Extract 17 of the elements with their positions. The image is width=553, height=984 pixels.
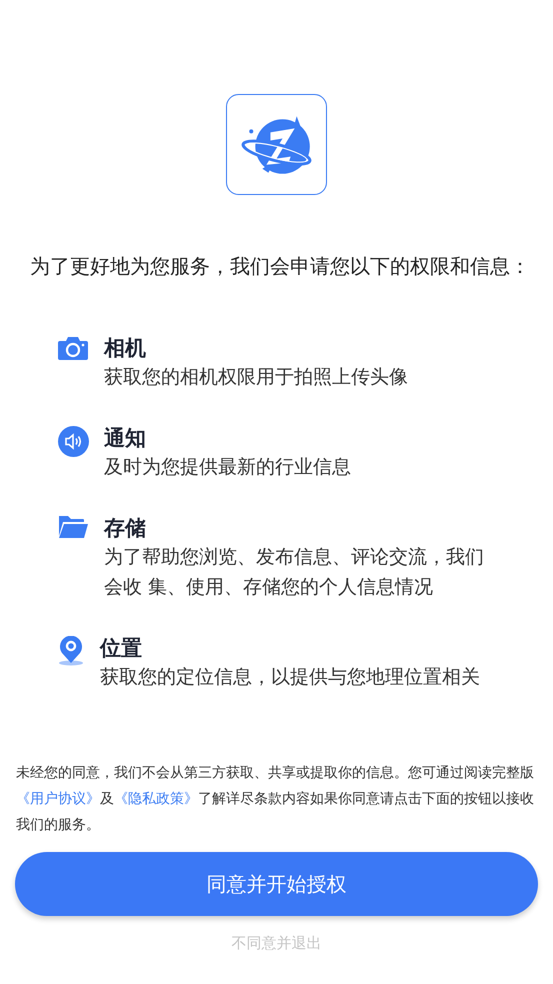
permission-title: 相机	[104, 335, 147, 362]
permission-description: 获取您的定位信息，以提供与您地理位置相关	[100, 665, 481, 690]
permission-title: 位置	[100, 635, 143, 662]
intro-text: 为了更好地为您服务，我们会申请您以下的权限和信息：	[30, 253, 531, 280]
permission-title: 通知	[104, 425, 147, 452]
permission-description: 及时为您提供最新的行业信息	[104, 455, 352, 480]
speaker-icon	[58, 426, 89, 457]
camera-icon	[58, 336, 88, 360]
permission-description: 获取您的相机权限用于拍照上传头像	[104, 365, 409, 390]
folder-icon	[58, 516, 88, 538]
location-pin-icon	[58, 636, 84, 666]
agree-button[interactable]: 同意并开始授权	[15, 852, 538, 916]
permission-title: 存储	[104, 515, 147, 542]
policy-link[interactable]: 《隐私政策》	[114, 791, 198, 807]
policy-link[interactable]: 《用户协议》	[16, 791, 100, 807]
permission-description: 为了帮助您浏览、发布信息、评论交流，我们会收 集、使用、存储您的个人信息情况	[104, 545, 485, 600]
consent-notice: 未经您的同意，我们不会从第三方获取、共享或提取你的信息。您可通过阅读完整版 《用户协议》及《隐私政策》了解详尽条款内容如果你同意请点击下面的按钮以接收我们的服务。	[15, 764, 535, 835]
